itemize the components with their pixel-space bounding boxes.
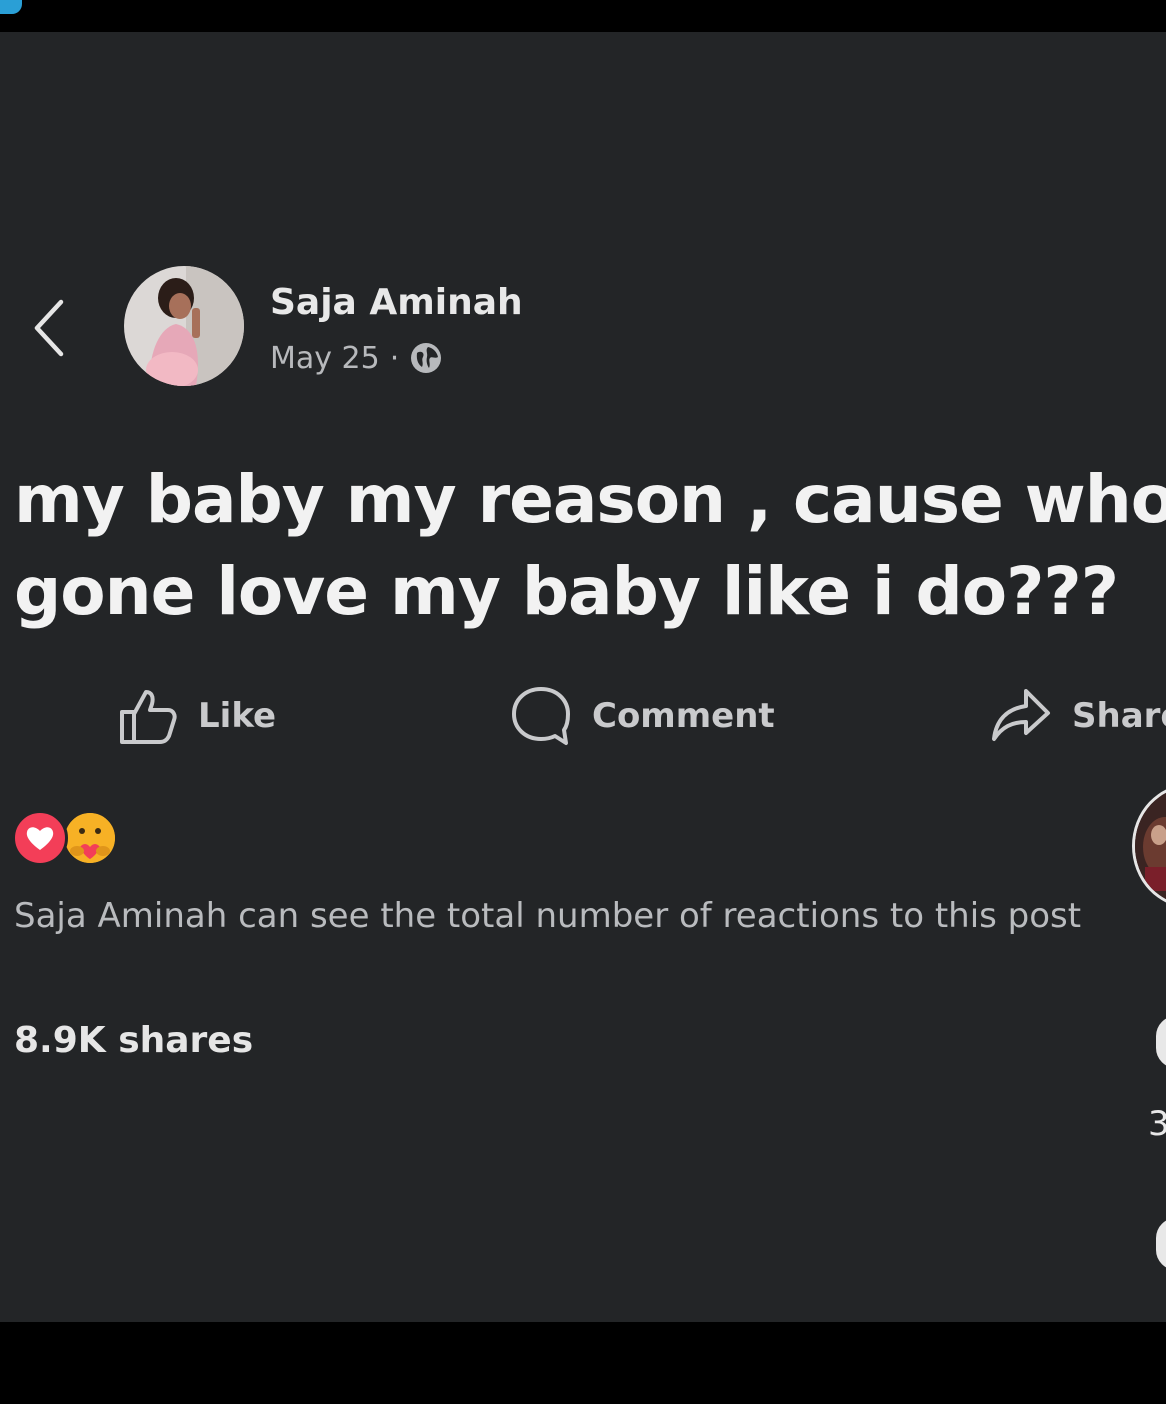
post-text-line-2: gone love my baby like i do???	[14, 553, 1119, 630]
share-button[interactable]: Share	[990, 684, 1166, 748]
author-name[interactable]: Saja Aminah	[270, 282, 523, 323]
reactions-privacy-note: Saja Aminah can see the total number of …	[14, 896, 1082, 936]
comment-label: Comment	[592, 696, 775, 736]
like-button[interactable]: Like	[118, 684, 276, 748]
side-profile-avatar[interactable]	[1132, 784, 1166, 908]
author-avatar[interactable]	[124, 266, 244, 386]
like-label: Like	[198, 696, 277, 736]
shares-count[interactable]: 8.9K shares	[14, 1020, 253, 1061]
comment-button[interactable]: Comment	[510, 684, 775, 748]
share-arrow-icon	[992, 689, 1050, 741]
post-meta: May 25 ·	[270, 338, 443, 378]
chevron-left-icon	[34, 299, 64, 357]
reactions-summary[interactable]	[12, 808, 118, 868]
side-action-button[interactable]	[1156, 1218, 1166, 1270]
side-action-button[interactable]	[1156, 1016, 1166, 1068]
post-date: May 25	[270, 340, 380, 376]
back-button[interactable]	[26, 296, 70, 360]
post-text-line-1: my baby my reason , cause who	[14, 461, 1166, 538]
side-action-count: 3	[1148, 1104, 1166, 1144]
post-screen: Saja Aminah May 25 · my baby my reason ,…	[0, 32, 1166, 1322]
corner-app-mark	[0, 0, 22, 14]
bottom-letterbox	[0, 1322, 1166, 1404]
meta-separator: ·	[389, 340, 400, 376]
post-body: my baby my reason , cause who gone love …	[14, 454, 1166, 638]
love-reaction-icon	[12, 810, 68, 866]
share-label: Share	[1072, 696, 1166, 736]
thumbs-up-icon	[120, 690, 177, 744]
comment-bubble-icon	[512, 687, 570, 745]
top-letterbox	[0, 0, 1166, 32]
globe-icon	[411, 343, 442, 373]
care-reaction-icon	[62, 810, 118, 866]
